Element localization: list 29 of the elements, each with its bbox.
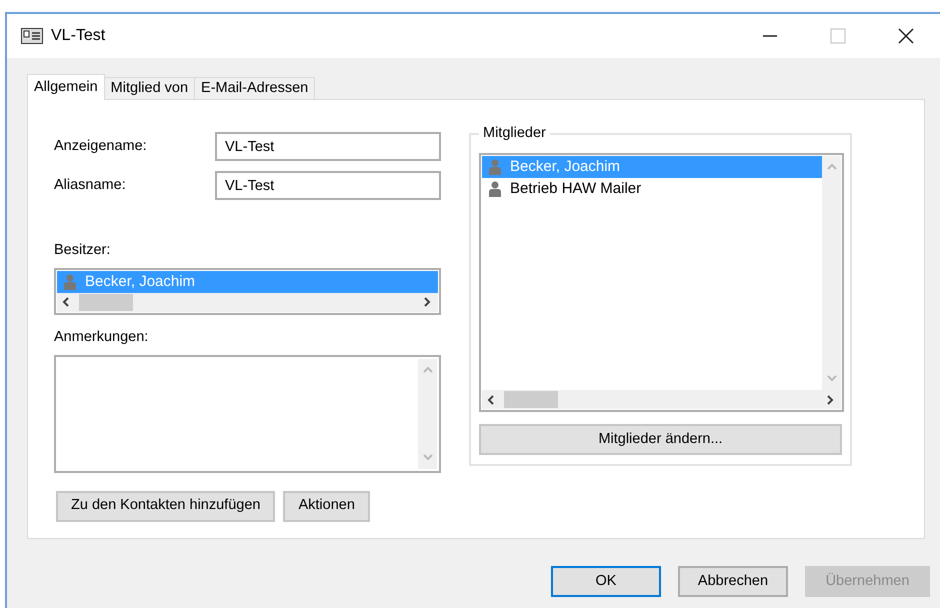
change-members-button[interactable]: Mitglieder ändern...: [479, 424, 842, 455]
scrollbar-thumb[interactable]: [504, 391, 558, 408]
tab[interactable]: E-Mail-Adressen: [195, 77, 316, 100]
person-icon: [488, 181, 502, 197]
action-button[interactable]: Aktionen: [283, 490, 370, 522]
vertical-scrollbar[interactable]: [418, 358, 437, 468]
vertical-scrollbar[interactable]: [822, 156, 841, 390]
dialog-button[interactable]: OK: [551, 566, 661, 597]
text-field[interactable]: VL-Test: [215, 171, 441, 200]
horizontal-scrollbar[interactable]: [482, 390, 841, 409]
members-list[interactable]: Becker, Joachim Betrieb HAW Mailer: [479, 153, 844, 412]
contact-card-icon: [21, 28, 43, 44]
scrollbar-thumb[interactable]: [79, 294, 133, 311]
person-icon: [488, 159, 502, 175]
tab[interactable]: Mitglied von: [104, 77, 196, 100]
horizontal-scrollbar[interactable]: [57, 292, 438, 312]
close-icon[interactable]: [898, 28, 914, 44]
tab[interactable]: Allgemein: [27, 74, 105, 100]
owner-label: Besitzer:: [54, 241, 112, 260]
text-field[interactable]: VL-Test: [215, 132, 441, 161]
field-label: Aliasname:: [54, 176, 127, 195]
field-label: Anzeigename:: [54, 136, 148, 156]
notes-label: Anmerkungen:: [54, 328, 150, 347]
dialog-button[interactable]: Abbrechen: [678, 566, 788, 597]
notes-field[interactable]: [54, 354, 441, 472]
action-button[interactable]: Zu den Kontakten hinzufügen: [56, 490, 276, 522]
window-title: VL-Test: [51, 26, 106, 46]
list-item[interactable]: Betrieb HAW Mailer: [482, 178, 822, 200]
person-icon: [63, 274, 77, 290]
